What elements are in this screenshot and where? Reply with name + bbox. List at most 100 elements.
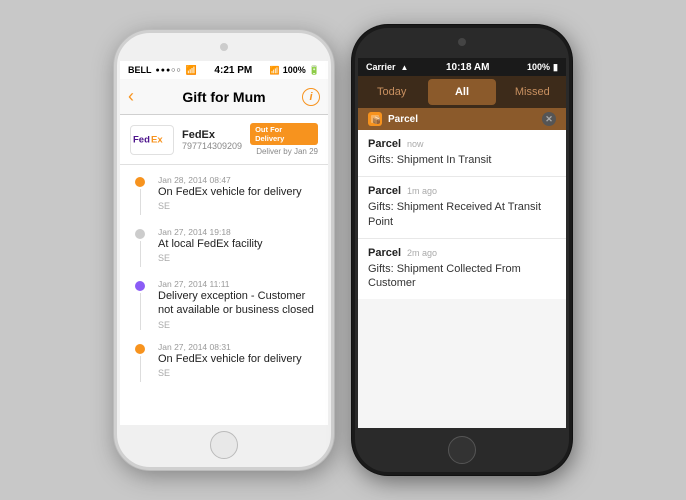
parcel-app-icon: 📦 bbox=[368, 112, 382, 126]
text-1: At local FedEx facility bbox=[158, 237, 318, 251]
text-0: On FedEx vehicle for delivery bbox=[158, 185, 318, 199]
dark-time: 10:18 AM bbox=[446, 62, 490, 73]
loc-2: SE bbox=[158, 320, 318, 330]
line-1 bbox=[140, 241, 141, 267]
notif-app-1: Parcel bbox=[368, 185, 401, 197]
content-2: Jan 27, 2014 11:11 Delivery exception - … bbox=[158, 279, 318, 330]
timeline-item-3: Jan 27, 2014 08:31 On FedEx vehicle for … bbox=[120, 336, 328, 388]
tab-today[interactable]: Today bbox=[358, 76, 425, 108]
notifications-list: Parcel now Gifts: Shipment In Transit Pa… bbox=[358, 130, 566, 299]
carrier-label: BELL bbox=[128, 65, 152, 75]
signal-dots: ●●●○○ bbox=[156, 67, 182, 74]
dark-home-button[interactable] bbox=[448, 436, 476, 464]
loc-1: SE bbox=[158, 253, 318, 263]
notif-header-1: Parcel 1m ago bbox=[368, 185, 556, 197]
dark-screen: Carrier ▲ 10:18 AM 100% ▮ Today All Mi bbox=[358, 58, 566, 428]
notif-time-1: 1m ago bbox=[407, 186, 437, 196]
close-button[interactable]: ✕ bbox=[542, 112, 556, 126]
delivery-badge: Out For Delivery bbox=[250, 123, 318, 145]
nav-bar: ‹ Gift for Mum i bbox=[120, 79, 328, 115]
loc-0: SE bbox=[158, 201, 318, 211]
dot-col-0 bbox=[130, 175, 150, 215]
fedex-name: FedEx bbox=[182, 129, 242, 141]
dark-carrier: Carrier bbox=[366, 62, 396, 72]
timeline-item-0: Jan 28, 2014 08:47 On FedEx vehicle for … bbox=[120, 169, 328, 221]
notification-tabs: Today All Missed bbox=[358, 76, 566, 108]
text-3: On FedEx vehicle for delivery bbox=[158, 352, 318, 366]
dark-status-right: 100% ▮ bbox=[527, 62, 558, 73]
notif-header-0: Parcel now bbox=[368, 138, 556, 150]
notif-header-2: Parcel 2m ago bbox=[368, 247, 556, 259]
timeline: Jan 28, 2014 08:47 On FedEx vehicle for … bbox=[120, 165, 328, 425]
fedex-card[interactable]: Fed Ex FedEx 797714309209 Out For Delive… bbox=[120, 115, 328, 165]
white-phone: BELL ●●●○○ 📶 4:21 PM 📶 100% 🔋 ‹ Gift for… bbox=[114, 30, 334, 470]
dot-col-1 bbox=[130, 227, 150, 267]
tab-missed-label: Missed bbox=[515, 86, 550, 98]
notif-time-2: 2m ago bbox=[407, 248, 437, 258]
notif-body-1: Gifts: Shipment Received At Transit Poin… bbox=[368, 200, 556, 230]
fedex-status: Out For Delivery Deliver by Jan 29 bbox=[250, 123, 318, 156]
date-0: Jan 28, 2014 08:47 bbox=[158, 175, 318, 185]
loc-3: SE bbox=[158, 368, 318, 378]
bluetooth-icon: 📶 bbox=[270, 66, 280, 75]
dark-battery: 100% bbox=[527, 62, 550, 72]
deliver-by: Deliver by Jan 29 bbox=[256, 147, 318, 156]
notif-body-2: Gifts: Shipment Collected From Customer bbox=[368, 262, 556, 292]
battery-label: 100% bbox=[283, 65, 306, 75]
notif-body-0: Gifts: Shipment In Transit bbox=[368, 153, 556, 168]
svg-text:Fed: Fed bbox=[133, 135, 150, 146]
dot-col-3 bbox=[130, 342, 150, 382]
nav-title: Gift for Mum bbox=[182, 89, 265, 105]
status-bar-white: BELL ●●●○○ 📶 4:21 PM 📶 100% 🔋 bbox=[120, 61, 328, 79]
tab-all[interactable]: All bbox=[428, 79, 495, 105]
section-title: Parcel bbox=[388, 114, 418, 125]
date-3: Jan 27, 2014 08:31 bbox=[158, 342, 318, 352]
dot-1 bbox=[135, 229, 145, 239]
home-button[interactable] bbox=[210, 431, 238, 459]
dark-wifi-icon: ▲ bbox=[401, 63, 409, 72]
tab-today-label: Today bbox=[377, 86, 406, 98]
timeline-item-1: Jan 27, 2014 19:18 At local FedEx facili… bbox=[120, 221, 328, 273]
phones-container: BELL ●●●○○ 📶 4:21 PM 📶 100% 🔋 ‹ Gift for… bbox=[94, 5, 592, 495]
fedex-info: FedEx 797714309209 bbox=[182, 129, 242, 151]
dot-2 bbox=[135, 281, 145, 291]
line-3 bbox=[140, 356, 141, 382]
svg-text:📦: 📦 bbox=[372, 115, 380, 124]
section-header: 📦 Parcel ✕ bbox=[358, 108, 566, 130]
line-2 bbox=[140, 293, 141, 330]
notif-app-2: Parcel bbox=[368, 247, 401, 259]
white-screen: BELL ●●●○○ 📶 4:21 PM 📶 100% 🔋 ‹ Gift for… bbox=[120, 61, 328, 425]
line-0 bbox=[140, 189, 141, 215]
dark-status-left: Carrier ▲ bbox=[366, 62, 408, 72]
close-icon: ✕ bbox=[545, 114, 553, 125]
notif-time-0: now bbox=[407, 139, 424, 149]
date-1: Jan 27, 2014 19:18 bbox=[158, 227, 318, 237]
content-0: Jan 28, 2014 08:47 On FedEx vehicle for … bbox=[158, 175, 318, 215]
content-1: Jan 27, 2014 19:18 At local FedEx facili… bbox=[158, 227, 318, 267]
notif-item-2[interactable]: Parcel 2m ago Gifts: Shipment Collected … bbox=[358, 239, 566, 300]
dot-col-2 bbox=[130, 279, 150, 330]
tab-missed[interactable]: Missed bbox=[499, 76, 566, 108]
content-3: Jan 27, 2014 08:31 On FedEx vehicle for … bbox=[158, 342, 318, 382]
timeline-item-2: Jan 27, 2014 11:11 Delivery exception - … bbox=[120, 273, 328, 336]
battery-icon: 🔋 bbox=[309, 65, 320, 76]
dark-phone: Carrier ▲ 10:18 AM 100% ▮ Today All Mi bbox=[352, 25, 572, 475]
svg-text:Ex: Ex bbox=[151, 135, 163, 146]
fedex-tracking: 797714309209 bbox=[182, 141, 242, 151]
wifi-icon: 📶 bbox=[186, 65, 197, 76]
notif-item-1[interactable]: Parcel 1m ago Gifts: Shipment Received A… bbox=[358, 177, 566, 239]
status-bar-dark: Carrier ▲ 10:18 AM 100% ▮ bbox=[358, 58, 566, 76]
time-display: 4:21 PM bbox=[214, 65, 252, 76]
notif-item-0[interactable]: Parcel now Gifts: Shipment In Transit bbox=[358, 130, 566, 177]
back-button[interactable]: ‹ bbox=[128, 86, 134, 107]
date-2: Jan 27, 2014 11:11 bbox=[158, 279, 318, 289]
dot-0 bbox=[135, 177, 145, 187]
fedex-logo: Fed Ex bbox=[130, 125, 174, 155]
tab-all-label: All bbox=[455, 86, 469, 98]
text-2: Delivery exception - Customer not availa… bbox=[158, 289, 318, 318]
info-button[interactable]: i bbox=[302, 88, 320, 106]
dot-3 bbox=[135, 344, 145, 354]
status-right: 📶 100% 🔋 bbox=[270, 65, 320, 76]
status-left: BELL ●●●○○ 📶 bbox=[128, 65, 197, 76]
notif-app-0: Parcel bbox=[368, 138, 401, 150]
